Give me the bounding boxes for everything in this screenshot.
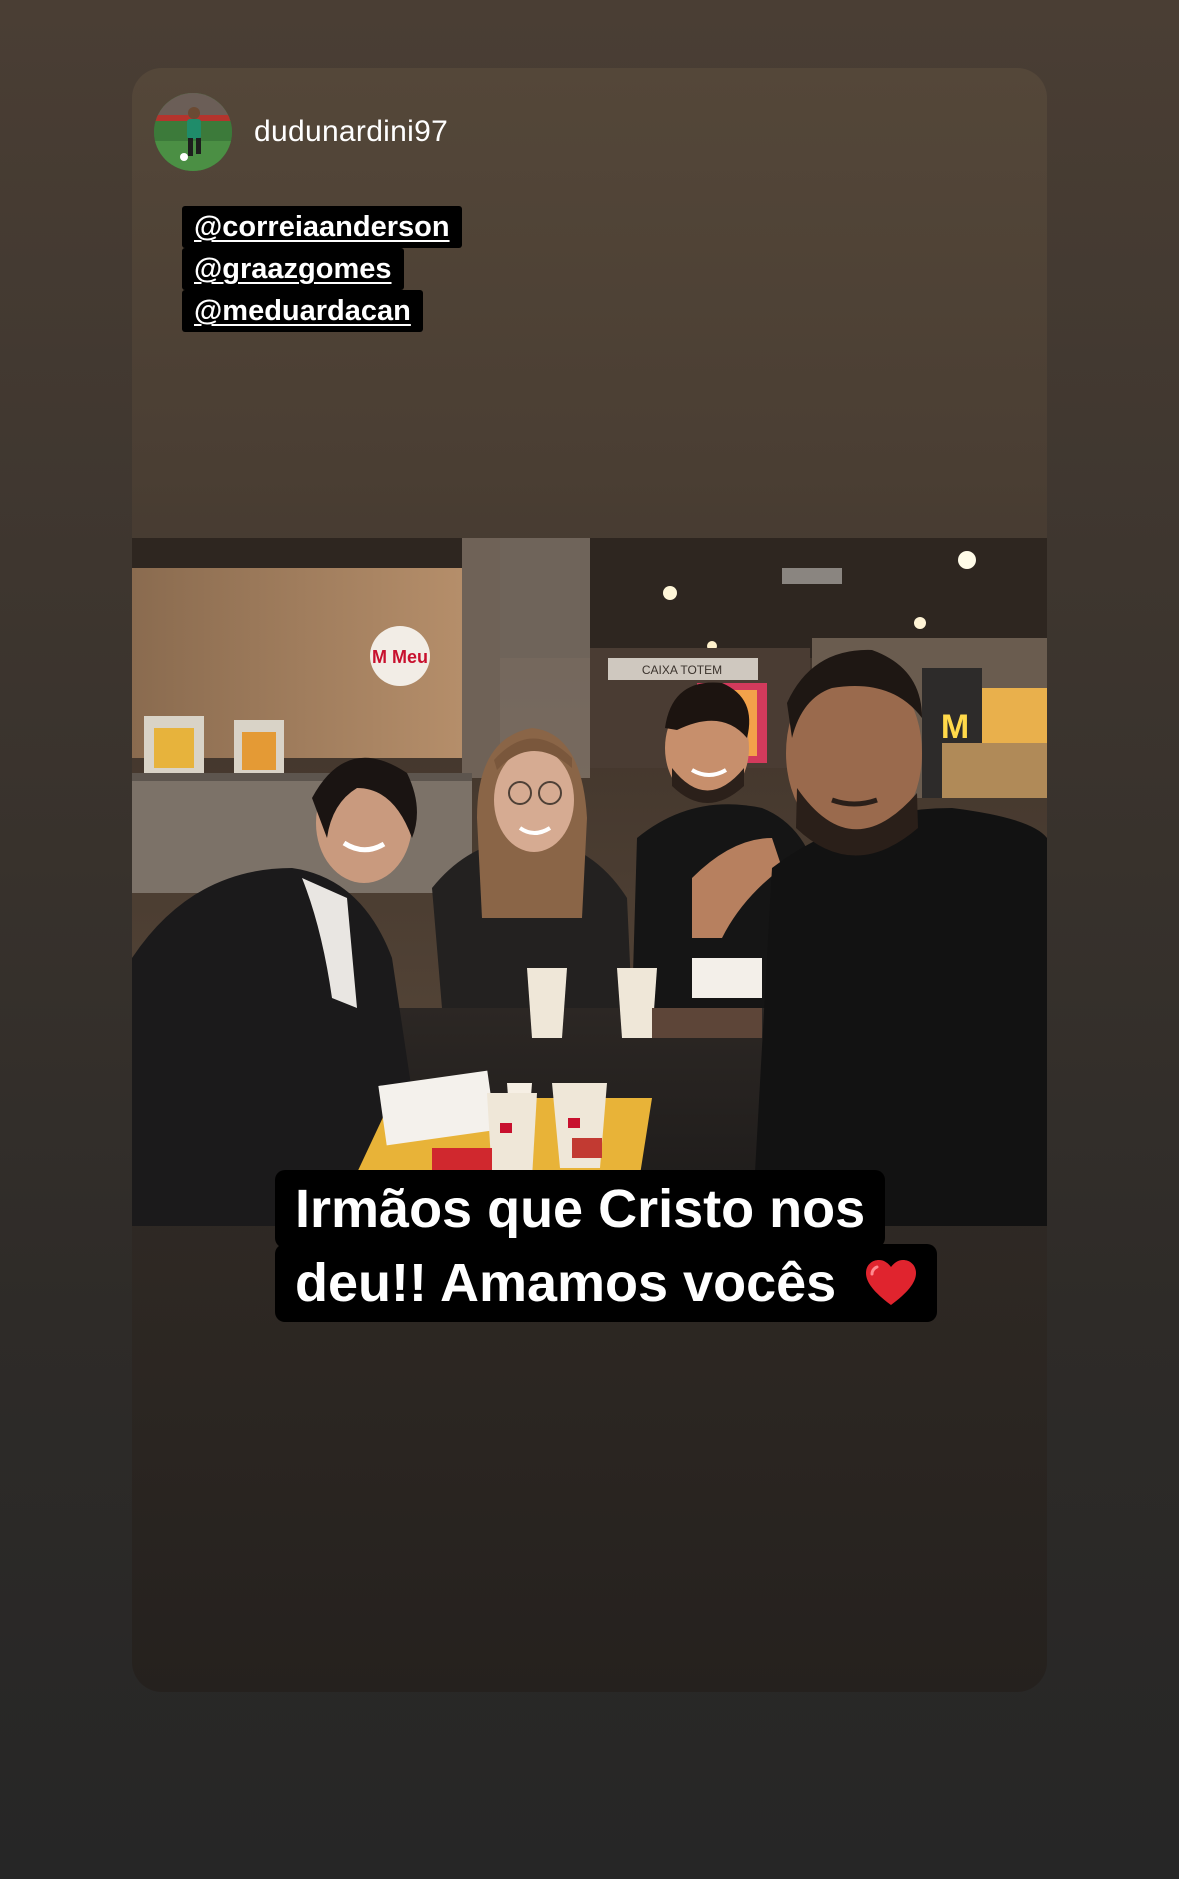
story-photo: M Meu CAIXA TOTEM M xyxy=(132,538,1047,1226)
caption-text-1: Irmãos que Cristo nos xyxy=(295,1179,866,1239)
restaurant-selfie-illustration: M Meu CAIXA TOTEM M xyxy=(132,538,1047,1226)
mention-tag[interactable]: @correiaanderson xyxy=(182,206,462,248)
mention-tags: @correiaanderson @graazgomes @meduardaca… xyxy=(182,206,462,332)
story-caption: Irmãos que Cristo nos deu!! Amamos vocês xyxy=(275,1170,938,1322)
red-heart-icon xyxy=(866,1260,917,1305)
story-header: dudunardini97 xyxy=(154,92,448,172)
story-card: dudunardini97 @correiaanderson @graazgom… xyxy=(132,68,1047,1692)
username[interactable]: dudunardini97 xyxy=(254,115,448,149)
mention-tag[interactable]: @graazgomes xyxy=(182,248,404,290)
caption-line-2: deu!! Amamos vocês xyxy=(275,1244,938,1322)
meu-logo-text: M Meu xyxy=(372,647,428,667)
caption-line-1: Irmãos que Cristo nos xyxy=(275,1170,886,1248)
avatar-player-image xyxy=(154,93,232,171)
mention-tag[interactable]: @meduardacan xyxy=(182,290,423,332)
golden-arches-sign: M xyxy=(941,708,969,746)
caption-text-2: deu!! Amamos vocês xyxy=(295,1253,837,1313)
profile-avatar[interactable] xyxy=(154,93,232,171)
counter-sign: CAIXA TOTEM xyxy=(642,663,722,677)
